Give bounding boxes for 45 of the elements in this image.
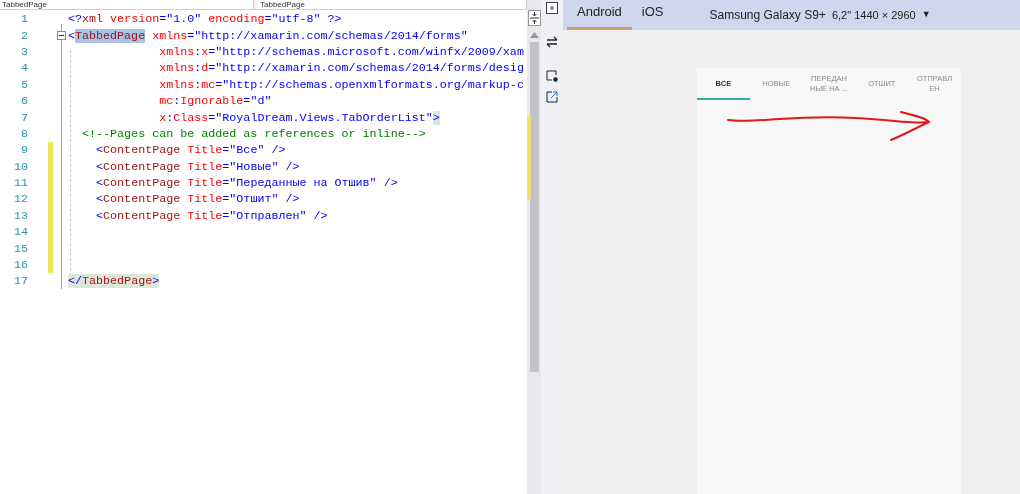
swap-icon[interactable] [546, 36, 558, 48]
line-number: 15 [12, 240, 28, 257]
code-line: <?xml version="1.0" encoding="utf-8" ?> [68, 11, 342, 28]
code-line: xmlns:d="http://xamarin.com/schemas/2014/forms/desig [158, 60, 524, 77]
line-number: 2 [20, 27, 28, 44]
code-line: </TabbedPage> [68, 273, 160, 290]
line-number: 4 [20, 60, 28, 77]
line-number: 5 [20, 76, 28, 93]
code-line: xmlns:mc="http://schemas.openxmlformats.org/markup-c [158, 76, 524, 93]
code-line: <ContentPage Title="Новые" /> [95, 158, 300, 175]
line-number: 1 [20, 11, 28, 28]
code-line: <ContentPage Title="Отшит" /> [95, 191, 300, 208]
split-icon[interactable] [527, 10, 541, 26]
line-number: 17 [12, 273, 28, 290]
platform-tab[interactable]: iOS [631, 0, 674, 30]
line-number: 8 [20, 125, 28, 142]
collapse-icon[interactable] [57, 31, 66, 41]
code-line: xmlns:x="http://schemas.microsoft.com/winfx/2009/xam [158, 43, 524, 60]
navigation-dropdown[interactable]: TabbedPage [0, 0, 254, 9]
line-number: 11 [12, 175, 28, 192]
line-number: 16 [12, 257, 28, 274]
navigation-dropdown[interactable]: TabbedPage [258, 0, 527, 9]
platform-tab[interactable]: Android [567, 0, 632, 30]
line-number: 7 [20, 109, 28, 126]
line-number: 12 [12, 191, 28, 208]
code-line: <ContentPage Title="Все" /> [95, 142, 286, 159]
line-number: 6 [20, 93, 28, 110]
line-number: 14 [12, 224, 28, 241]
scrollbar-thumb[interactable] [529, 42, 539, 372]
device-name[interactable]: Samsung Galaxy S9+ [709, 6, 826, 24]
line-number: 9 [20, 142, 28, 159]
code-line: mc:Ignorable="d" [158, 93, 272, 110]
external-link-icon[interactable] [546, 91, 558, 103]
code-line: <ContentPage Title="Отправлен" /> [95, 207, 328, 224]
line-number: 10 [12, 158, 28, 175]
window-icon[interactable] [546, 2, 558, 14]
screen-icon[interactable] [546, 70, 558, 82]
code-comment: <!--Pages can be added as references or inline--> [81, 125, 426, 142]
device-spec: 6,2" 1440 × 2960 [831, 7, 916, 23]
code-line: <ContentPage Title="Переданные на Отшив" /> [95, 175, 398, 192]
line-number: 13 [12, 207, 28, 224]
dropdown-caret[interactable]: ▼ [921, 8, 931, 22]
code-line: x:Class="RoyalDream.Views.TabOrderList"> [158, 109, 440, 126]
code-line: <TabbedPage xmlns="http://xamarin.com/schemas/2014/forms" [68, 27, 468, 44]
line-number: 3 [20, 43, 28, 60]
